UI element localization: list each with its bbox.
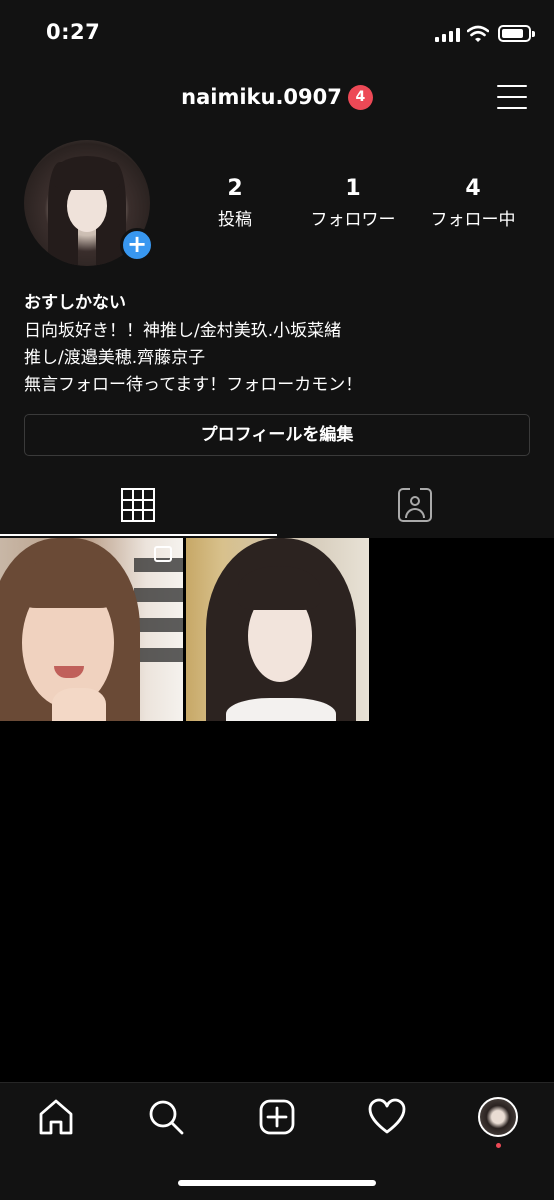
wifi-icon [467,25,489,42]
post-thumbnail[interactable] [0,538,183,721]
profile-username-header[interactable]: naimiku.0907 4 [0,84,554,110]
followers-label: フォロワー [310,210,396,230]
profile-tab-avatar[interactable] [478,1097,518,1148]
profile-header-area [0,0,554,538]
stat-followers[interactable]: 1 フォロワー [298,176,408,230]
tab-posts-grid[interactable] [0,478,277,536]
stat-posts[interactable]: 2 投稿 [200,176,270,230]
battery-icon [498,25,535,42]
bio-line: 推し/渡邉美穂.齊藤京子 [24,348,206,368]
search-icon[interactable] [146,1097,186,1137]
multiple-photos-icon [154,546,172,562]
status-time: 0:27 [46,20,101,44]
home-icon[interactable] [36,1097,76,1137]
avatar [478,1097,518,1137]
bio-line: 日向坂好き！！神推し/金村美玖.小坂菜緒 [24,321,342,341]
following-label: フォロー中 [430,210,516,230]
grid-icon [121,488,155,522]
tab-tagged[interactable] [277,478,554,536]
new-post-icon[interactable] [257,1097,297,1137]
edit-profile-button[interactable]: プロフィールを編集 [24,414,530,456]
posts-label: 投稿 [218,210,252,230]
bio-line: 無言フォロー待ってます！フォローカモン！ [24,375,363,395]
home-indicator[interactable] [178,1180,376,1186]
stat-following[interactable]: 4 フォロー中 [418,176,528,230]
plus-icon[interactable]: + [120,228,154,262]
following-count: 4 [465,176,481,201]
followers-count: 1 [345,176,361,201]
notification-badge: 4 [347,84,373,110]
heart-icon[interactable] [367,1097,407,1137]
activity-dot [496,1143,501,1148]
cellular-signal-icon [435,28,460,42]
tagged-person-icon [398,486,432,522]
username-label: naimiku.0907 [181,85,342,109]
posts-count: 2 [227,176,243,201]
post-thumbnail[interactable] [186,538,369,721]
profile-display-name: おすしかない [24,293,126,313]
hamburger-menu-icon[interactable] [497,85,527,109]
